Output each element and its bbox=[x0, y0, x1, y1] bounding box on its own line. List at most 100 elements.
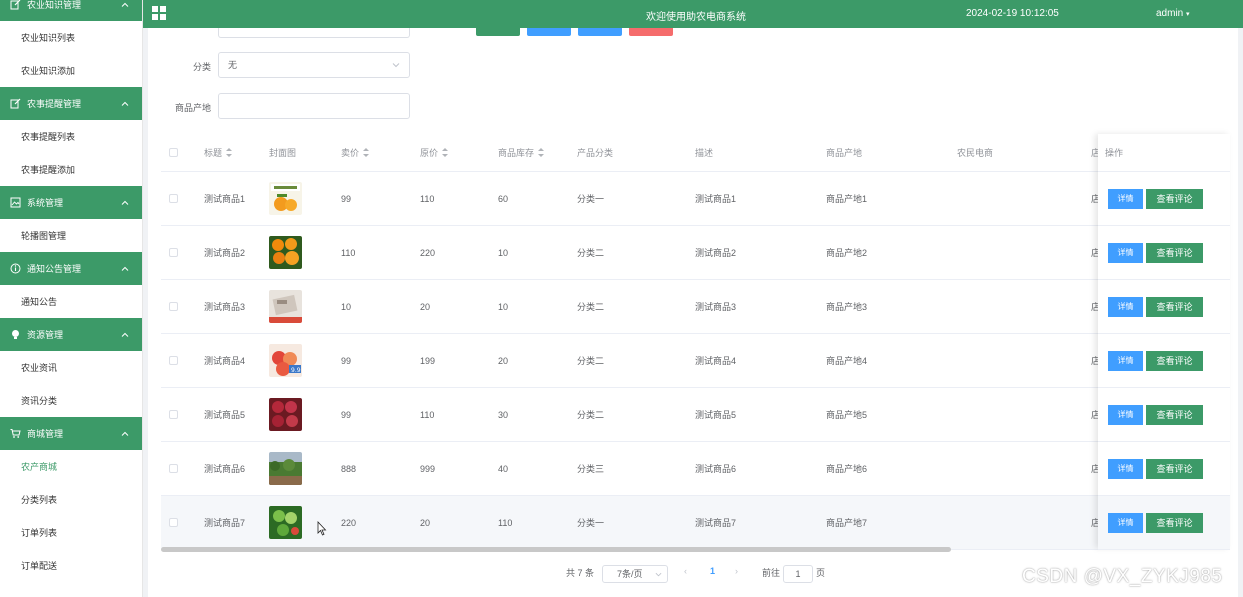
cell-description: 测试商品4 bbox=[695, 356, 737, 366]
horizontal-scrollbar[interactable] bbox=[161, 547, 951, 552]
cell-origin: 商品产地2 bbox=[826, 248, 868, 258]
sidebar-menu-item[interactable]: 农业资讯 bbox=[0, 351, 142, 384]
page-size-select[interactable]: 7条/页 bbox=[602, 565, 668, 583]
cell-title: 测试商品6 bbox=[204, 464, 246, 474]
header-stock[interactable]: 商品库存 bbox=[498, 146, 534, 159]
sidebar-menu-item[interactable]: 农事提醒添加 bbox=[0, 153, 142, 186]
chevron-down-icon bbox=[392, 63, 400, 68]
cell-origin: 商品产地4 bbox=[826, 356, 868, 366]
detail-button[interactable]: 详情 bbox=[1108, 404, 1143, 425]
menu-group: 资源管理 农业资讯 资讯分类 bbox=[0, 318, 142, 417]
view-reviews-button[interactable]: 查看评论 bbox=[1146, 404, 1203, 425]
sidebar-menu-item[interactable]: 轮播图管理 bbox=[0, 219, 142, 252]
row-checkbox[interactable] bbox=[169, 302, 178, 311]
view-reviews-button[interactable]: 查看评论 bbox=[1146, 350, 1203, 371]
sidebar-menu-item[interactable]: 通知公告 bbox=[0, 285, 142, 318]
menu-group-header[interactable]: 系统管理 bbox=[0, 186, 142, 219]
menu-group: 通知公告管理 通知公告 bbox=[0, 252, 142, 318]
view-reviews-button[interactable]: 查看评论 bbox=[1146, 458, 1203, 479]
header-price[interactable]: 卖价 bbox=[341, 146, 359, 159]
goto-label: 前往 bbox=[762, 568, 781, 578]
actions-row: 详情 查看评论 bbox=[1098, 496, 1230, 550]
cell-price: 888 bbox=[341, 463, 357, 474]
page-suffix: 页 bbox=[816, 568, 826, 578]
add-button[interactable] bbox=[527, 28, 571, 36]
sidebar-menu-item[interactable]: 农事提醒列表 bbox=[0, 120, 142, 153]
page-number-current[interactable]: 1 bbox=[710, 566, 715, 576]
cell-original-price: 199 bbox=[420, 355, 436, 366]
caret-down-icon: ▾ bbox=[1186, 11, 1190, 18]
row-checkbox[interactable] bbox=[169, 248, 178, 257]
sort-icon[interactable] bbox=[363, 148, 370, 157]
menu-grid-icon[interactable] bbox=[152, 6, 166, 20]
cart-icon bbox=[10, 428, 21, 439]
header-original-price[interactable]: 原价 bbox=[420, 146, 438, 159]
cell-origin: 商品产地3 bbox=[826, 302, 868, 312]
cell-description: 测试商品2 bbox=[695, 248, 737, 258]
category-select[interactable]: 无 bbox=[218, 52, 410, 78]
welcome-title: 欢迎使用助农电商系统 bbox=[646, 12, 746, 23]
cell-price: 99 bbox=[341, 355, 352, 366]
menu-group-header[interactable]: 商城管理 bbox=[0, 417, 142, 450]
product-table: 标题 封面图 卖价 原价 商品库存 产品分类 描述 商品产地 农民电商店测试商品1 99 110 60… bbox=[161, 134, 1228, 550]
row-checkbox[interactable] bbox=[169, 464, 178, 473]
username: admin bbox=[1156, 8, 1184, 19]
header-origin: 商品产地 bbox=[826, 148, 863, 158]
cell-title: 测试商品2 bbox=[204, 248, 246, 258]
sidebar-menu-item[interactable]: 订单列表 bbox=[0, 516, 142, 549]
view-reviews-button[interactable]: 查看评论 bbox=[1146, 296, 1203, 317]
view-reviews-button[interactable]: 查看评论 bbox=[1146, 242, 1203, 263]
sidebar-menu-item[interactable]: 分类列表 bbox=[0, 483, 142, 516]
top-header: 欢迎使用助农电商系统 2024-02-19 10:12:05 admin ▾ bbox=[143, 0, 1243, 28]
chevron-up-icon bbox=[121, 332, 129, 337]
row-checkbox[interactable] bbox=[169, 518, 178, 527]
row-checkbox[interactable] bbox=[169, 194, 178, 203]
image-icon bbox=[10, 197, 21, 208]
sidebar-menu-item[interactable]: 农业知识添加 bbox=[0, 54, 142, 87]
menu-group-title: 商城管理 bbox=[27, 429, 64, 439]
sort-icon[interactable] bbox=[226, 148, 233, 157]
next-page-icon[interactable]: › bbox=[735, 566, 738, 576]
detail-button[interactable]: 详情 bbox=[1108, 296, 1143, 317]
sort-icon[interactable] bbox=[442, 148, 449, 157]
menu-group-header[interactable]: 农事提醒管理 bbox=[0, 87, 142, 120]
detail-button[interactable]: 详情 bbox=[1108, 242, 1143, 263]
user-menu[interactable]: admin ▾ bbox=[1156, 8, 1190, 19]
origin-input[interactable] bbox=[218, 93, 410, 119]
header-cover: 封面图 bbox=[269, 148, 297, 158]
sort-icon[interactable] bbox=[538, 148, 545, 157]
menu-group-header[interactable]: 农业知识管理 bbox=[0, 0, 142, 21]
menu-group-header[interactable]: 通知公告管理 bbox=[0, 252, 142, 285]
table-row: 测试商品6 888 999 40 分类三 测试商品6 商品产地6 店 bbox=[161, 442, 1228, 496]
prev-page-icon[interactable]: ‹ bbox=[684, 566, 687, 576]
cell-origin: 商品产地1 bbox=[826, 194, 868, 204]
view-reviews-button[interactable]: 查看评论 bbox=[1146, 512, 1203, 533]
header-actions: 操作 bbox=[1098, 134, 1230, 172]
menu-group: 商城管理农产商城 分类列表 订单列表 订单配送 bbox=[0, 417, 142, 582]
select-all-checkbox[interactable] bbox=[169, 148, 178, 157]
search-button[interactable] bbox=[476, 28, 520, 36]
detail-button[interactable]: 详情 bbox=[1108, 512, 1143, 533]
product-thumbnail-image bbox=[269, 280, 302, 333]
cell-original-price: 999 bbox=[420, 463, 436, 474]
row-checkbox[interactable] bbox=[169, 356, 178, 365]
detail-button[interactable]: 详情 bbox=[1108, 188, 1143, 209]
goto-page-input[interactable]: 1 bbox=[783, 565, 813, 583]
menu-group-title: 系统管理 bbox=[27, 198, 64, 208]
sidebar-menu-item[interactable]: 农业知识列表 bbox=[0, 21, 142, 54]
delete-button[interactable] bbox=[629, 28, 673, 36]
search-input-partial[interactable] bbox=[218, 28, 410, 38]
header-title[interactable]: 标题 bbox=[204, 146, 222, 159]
menu-group-header[interactable]: 资源管理 bbox=[0, 318, 142, 351]
chevron-up-icon bbox=[121, 200, 129, 205]
detail-button[interactable]: 详情 bbox=[1108, 458, 1143, 479]
sidebar-menu-item[interactable]: 农产商城 bbox=[0, 450, 142, 483]
detail-button[interactable]: 详情 bbox=[1108, 350, 1143, 371]
view-reviews-button[interactable]: 查看评论 bbox=[1146, 188, 1203, 209]
sidebar-menu-item[interactable]: 订单配送 bbox=[0, 549, 142, 582]
export-button[interactable] bbox=[578, 28, 622, 36]
row-checkbox[interactable] bbox=[169, 410, 178, 419]
sidebar-menu-item[interactable]: 资讯分类 bbox=[0, 384, 142, 417]
cell-title: 测试商品4 bbox=[204, 356, 246, 366]
svg-text:9.9: 9.9 bbox=[291, 367, 301, 374]
